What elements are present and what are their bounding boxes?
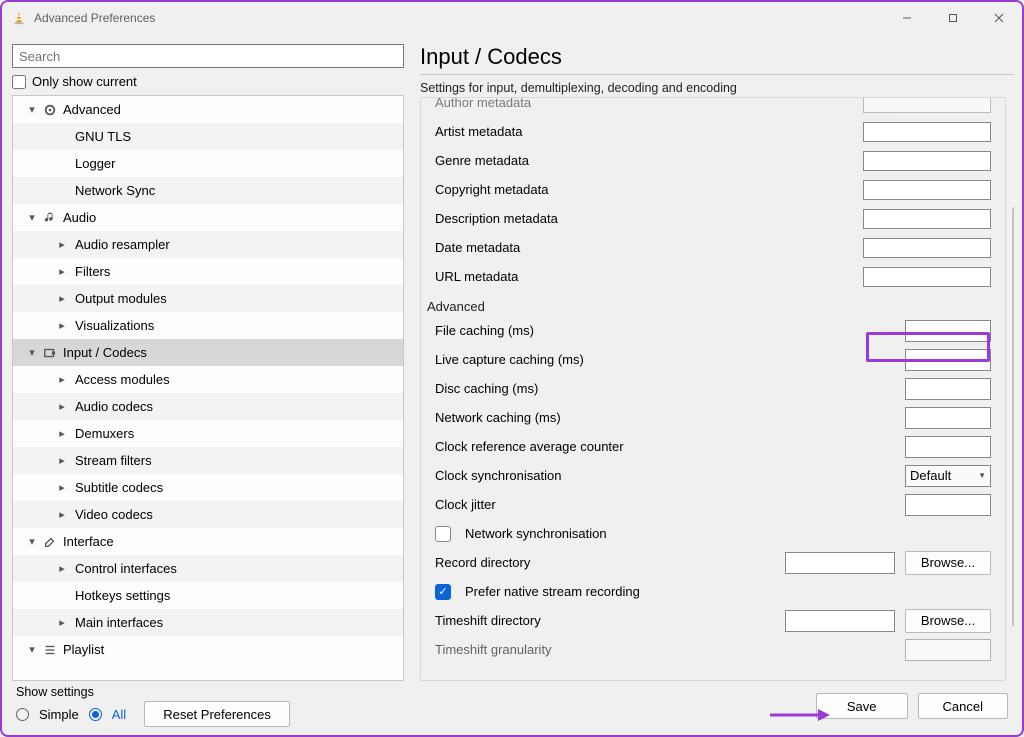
tree-item-network-sync[interactable]: Network Sync: [13, 177, 403, 204]
copyright-metadata-input[interactable]: [863, 180, 991, 200]
right-scrollbar[interactable]: [1012, 207, 1014, 627]
clock-sync-label: Clock synchronisation: [435, 468, 895, 483]
minimize-button[interactable]: [884, 3, 930, 33]
tree-item-audio-codecs[interactable]: Audio codecs: [13, 393, 403, 420]
url-metadata-label: URL metadata: [435, 269, 853, 284]
timeshift-dir-input[interactable]: [785, 610, 895, 632]
network-sync-checkbox[interactable]: [435, 526, 451, 542]
timeshift-dir-browse-button[interactable]: Browse...: [905, 609, 991, 633]
clock-ref-avg-label: Clock reference average counter: [435, 439, 895, 454]
timeshift-dir-label: Timeshift directory: [435, 613, 775, 628]
file-caching-label: File caching (ms): [435, 323, 895, 338]
tree-item-visualizations[interactable]: Visualizations: [13, 312, 403, 339]
puzzle-icon: [41, 346, 59, 360]
tree-item-output-modules[interactable]: Output modules: [13, 285, 403, 312]
disc-caching-spinner[interactable]: ▲▼: [905, 378, 991, 400]
vlc-cone-icon: [12, 11, 26, 25]
tree-item-interface[interactable]: Interface: [13, 528, 403, 555]
tree-item-gnutls[interactable]: GNU TLS: [13, 123, 403, 150]
tree-item-main-interfaces[interactable]: Main interfaces: [13, 609, 403, 636]
prefer-native-checkbox[interactable]: [435, 584, 451, 600]
advanced-group-label: Advanced: [427, 299, 991, 314]
tree-item-logger[interactable]: Logger: [13, 150, 403, 177]
tree-item-stream-filters[interactable]: Stream filters: [13, 447, 403, 474]
tree-item-advanced[interactable]: Advanced: [13, 96, 403, 123]
brush-icon: [41, 535, 59, 549]
clock-sync-select[interactable]: Default▼: [905, 465, 991, 487]
tree-item-input-codecs[interactable]: Input / Codecs: [13, 339, 403, 366]
close-button[interactable]: [976, 3, 1022, 33]
description-metadata-input[interactable]: [863, 209, 991, 229]
live-capture-caching-spinner[interactable]: ▲▼: [905, 349, 991, 371]
titlebar: Advanced Preferences: [2, 2, 1022, 34]
artist-metadata-label: Artist metadata: [435, 124, 853, 139]
clock-jitter-spinner[interactable]: ▲▼: [905, 494, 991, 516]
save-button[interactable]: Save: [816, 693, 908, 719]
record-dir-input[interactable]: [785, 552, 895, 574]
clock-jitter-label: Clock jitter: [435, 497, 895, 512]
only-show-current-checkbox[interactable]: Only show current: [12, 74, 404, 89]
tree-item-hotkeys-settings[interactable]: Hotkeys settings: [13, 582, 403, 609]
all-radio-label: All: [112, 707, 126, 722]
record-dir-browse-button[interactable]: Browse...: [905, 551, 991, 575]
gear-icon: [41, 103, 59, 117]
music-note-icon: [41, 211, 59, 225]
date-metadata-input[interactable]: [863, 238, 991, 258]
record-dir-label: Record directory: [435, 555, 775, 570]
prefer-native-label: Prefer native stream recording: [465, 584, 991, 599]
genre-metadata-label: Genre metadata: [435, 153, 853, 168]
network-sync-label: Network synchronisation: [465, 526, 991, 541]
tree-item-control-interfaces[interactable]: Control interfaces: [13, 555, 403, 582]
copyright-metadata-label: Copyright metadata: [435, 182, 853, 197]
disc-caching-label: Disc caching (ms): [435, 381, 895, 396]
tree-item-demuxers[interactable]: Demuxers: [13, 420, 403, 447]
divider: [420, 74, 1014, 75]
live-capture-caching-label: Live capture caching (ms): [435, 352, 895, 367]
simple-radio-label: Simple: [39, 707, 79, 722]
preferences-tree[interactable]: Advanced GNU TLS Logger Network Sync Aud…: [13, 96, 403, 680]
network-caching-label: Network caching (ms): [435, 410, 895, 425]
description-metadata-label: Description metadata: [435, 211, 853, 226]
only-show-current-label: Only show current: [32, 74, 137, 89]
timeshift-gran-label: Timeshift granularity: [435, 642, 895, 657]
maximize-button[interactable]: [930, 3, 976, 33]
tree-item-video-codecs[interactable]: Video codecs: [13, 501, 403, 528]
tree-item-subtitle-codecs[interactable]: Subtitle codecs: [13, 474, 403, 501]
artist-metadata-input[interactable]: [863, 122, 991, 142]
cancel-button[interactable]: Cancel: [918, 693, 1008, 719]
dropdown-icon: ▼: [978, 471, 986, 480]
tree-item-access-modules[interactable]: Access modules: [13, 366, 403, 393]
all-radio[interactable]: [89, 708, 102, 721]
window-title: Advanced Preferences: [34, 11, 155, 25]
network-caching-spinner[interactable]: ▲▼: [905, 407, 991, 429]
date-metadata-label: Date metadata: [435, 240, 853, 255]
list-icon: [41, 643, 59, 657]
url-metadata-input[interactable]: [863, 267, 991, 287]
author-metadata-input[interactable]: [863, 97, 991, 113]
reset-preferences-button[interactable]: Reset Preferences: [144, 701, 290, 727]
search-input[interactable]: [12, 44, 404, 68]
tree-item-audio[interactable]: Audio: [13, 204, 403, 231]
timeshift-gran-spinner[interactable]: ▲▼: [905, 639, 991, 661]
author-metadata-label: Author metadata: [435, 97, 853, 110]
only-show-current-box[interactable]: [12, 75, 26, 89]
simple-radio[interactable]: [16, 708, 29, 721]
tree-item-playlist[interactable]: Playlist: [13, 636, 403, 663]
tree-item-audio-resampler[interactable]: Audio resampler: [13, 231, 403, 258]
tree-item-filters[interactable]: Filters: [13, 258, 403, 285]
show-settings-label: Show settings: [16, 685, 290, 699]
file-caching-spinner[interactable]: ▲▼: [905, 320, 991, 342]
page-title: Input / Codecs: [420, 44, 1014, 70]
clock-ref-avg-spinner[interactable]: ▲▼: [905, 436, 991, 458]
genre-metadata-input[interactable]: [863, 151, 991, 171]
page-description: Settings for input, demultiplexing, deco…: [420, 81, 1014, 95]
